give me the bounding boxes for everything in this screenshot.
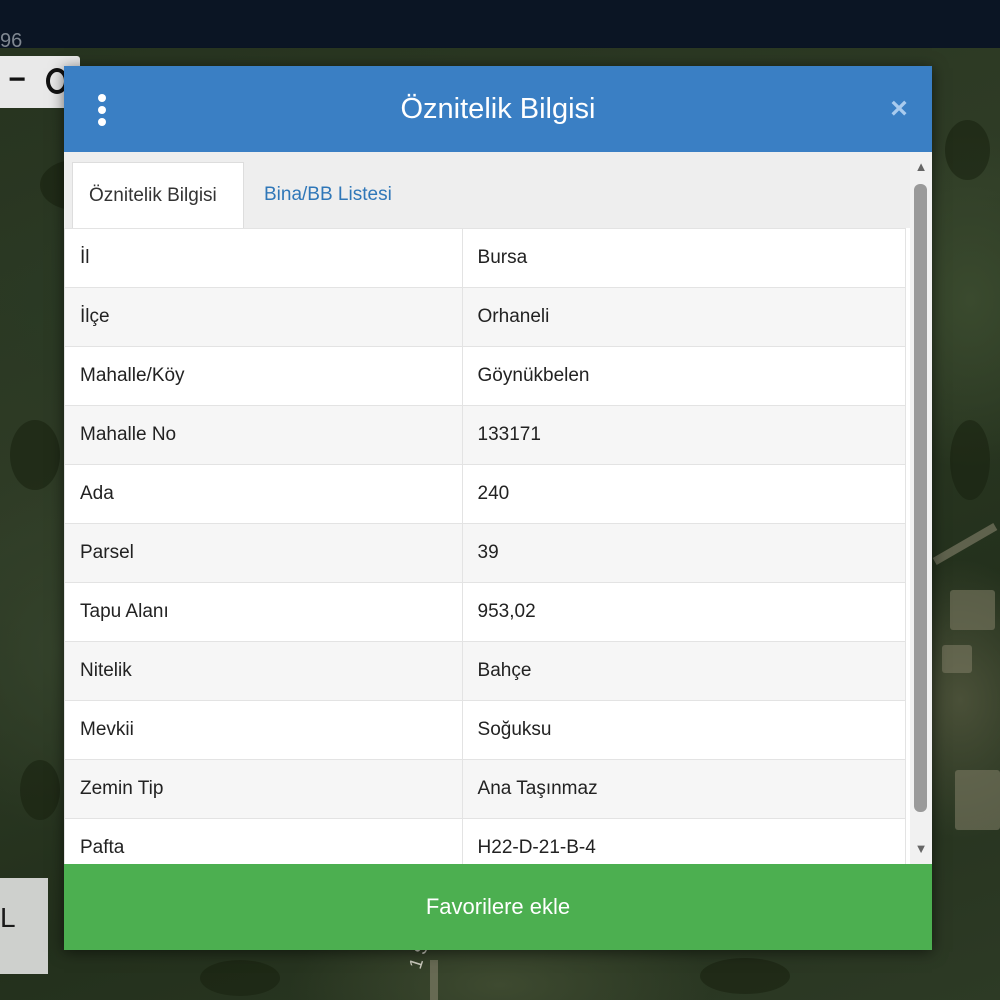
scroll-thumb[interactable] xyxy=(914,184,927,812)
attribute-value: 240 xyxy=(461,464,906,524)
vertical-scrollbar[interactable]: ▲ ▼ xyxy=(910,152,932,864)
attribute-key: Mahalle No xyxy=(64,405,463,465)
tree-cluster xyxy=(700,958,790,994)
attribute-value: Ana Taşınmaz xyxy=(461,759,906,819)
scale-label: L xyxy=(0,902,16,933)
tree-cluster xyxy=(200,960,280,996)
road-segment xyxy=(430,960,438,1000)
table-row: Zemin Tip Ana Taşınmaz xyxy=(64,759,906,819)
tab-attribute-info[interactable]: Öznitelik Bilgisi xyxy=(72,162,244,228)
add-to-favorites-button[interactable]: Favorilere ekle xyxy=(64,864,932,950)
attribute-table-container[interactable]: İl Bursa İlçe Orhaneli Mahalle/Köy Göynü… xyxy=(64,228,906,864)
tab-bar: Öznitelik Bilgisi Bina/BB Listesi xyxy=(64,152,910,228)
table-row: İlçe Orhaneli xyxy=(64,287,906,347)
table-row: Pafta H22-D-21-B-4 xyxy=(64,818,906,864)
attribute-key: Parsel xyxy=(64,523,463,583)
close-icon[interactable]: × xyxy=(884,94,914,124)
tree-cluster xyxy=(10,420,60,490)
attribute-key: Nitelik xyxy=(64,641,463,701)
road-segment xyxy=(932,523,998,565)
building-roof xyxy=(955,770,1000,830)
table-row: Mahalle No 133171 xyxy=(64,405,906,465)
attribute-value: H22-D-21-B-4 xyxy=(461,818,906,864)
table-row: Ada 240 xyxy=(64,464,906,524)
tree-cluster xyxy=(20,760,60,820)
attribute-value: Bahçe xyxy=(461,641,906,701)
scroll-down-icon[interactable]: ▼ xyxy=(910,838,932,860)
table-row: Mevkii Soğuksu xyxy=(64,700,906,760)
attribute-value: Orhaneli xyxy=(461,287,906,347)
table-row: Mahalle/Köy Göynükbelen xyxy=(64,346,906,406)
coordinate-readout: 96 xyxy=(0,30,23,52)
scroll-up-icon[interactable]: ▲ xyxy=(910,156,932,178)
attribute-info-dialog: Öznitelik Bilgisi × Öznitelik Bilgisi Bi… xyxy=(64,66,932,950)
attribute-value: 39 xyxy=(461,523,906,583)
top-bar xyxy=(0,0,1000,48)
building-roof xyxy=(950,590,995,630)
dialog-title: Öznitelik Bilgisi xyxy=(400,93,596,125)
attribute-key: Zemin Tip xyxy=(64,759,463,819)
table-row: Nitelik Bahçe xyxy=(64,641,906,701)
attribute-key: Pafta xyxy=(64,818,463,864)
dialog-header: Öznitelik Bilgisi × xyxy=(64,66,932,152)
building-roof xyxy=(942,645,972,673)
tab-building-list[interactable]: Bina/BB Listesi xyxy=(248,162,424,228)
attribute-key: Mevkii xyxy=(64,700,463,760)
tree-cluster xyxy=(950,420,990,500)
attribute-table: İl Bursa İlçe Orhaneli Mahalle/Köy Göynü… xyxy=(64,228,906,864)
table-row: Parsel 39 xyxy=(64,523,906,583)
attribute-key: Tapu Alanı xyxy=(64,582,463,642)
tree-cluster xyxy=(945,120,990,180)
attribute-value: Bursa xyxy=(461,228,906,288)
attribute-key: İlçe xyxy=(64,287,463,347)
attribute-key: Ada xyxy=(64,464,463,524)
attribute-value: 953,02 xyxy=(461,582,906,642)
zoom-out-button[interactable]: − xyxy=(2,65,32,96)
attribute-key: İl xyxy=(64,228,463,288)
attribute-key: Mahalle/Köy xyxy=(64,346,463,406)
attribute-value: Göynükbelen xyxy=(461,346,906,406)
attribute-value: Soğuksu xyxy=(461,700,906,760)
attribute-value: 133171 xyxy=(461,405,906,465)
table-row: İl Bursa xyxy=(64,228,906,288)
scale-indicator: L xyxy=(0,878,48,974)
table-row: Tapu Alanı 953,02 xyxy=(64,582,906,642)
